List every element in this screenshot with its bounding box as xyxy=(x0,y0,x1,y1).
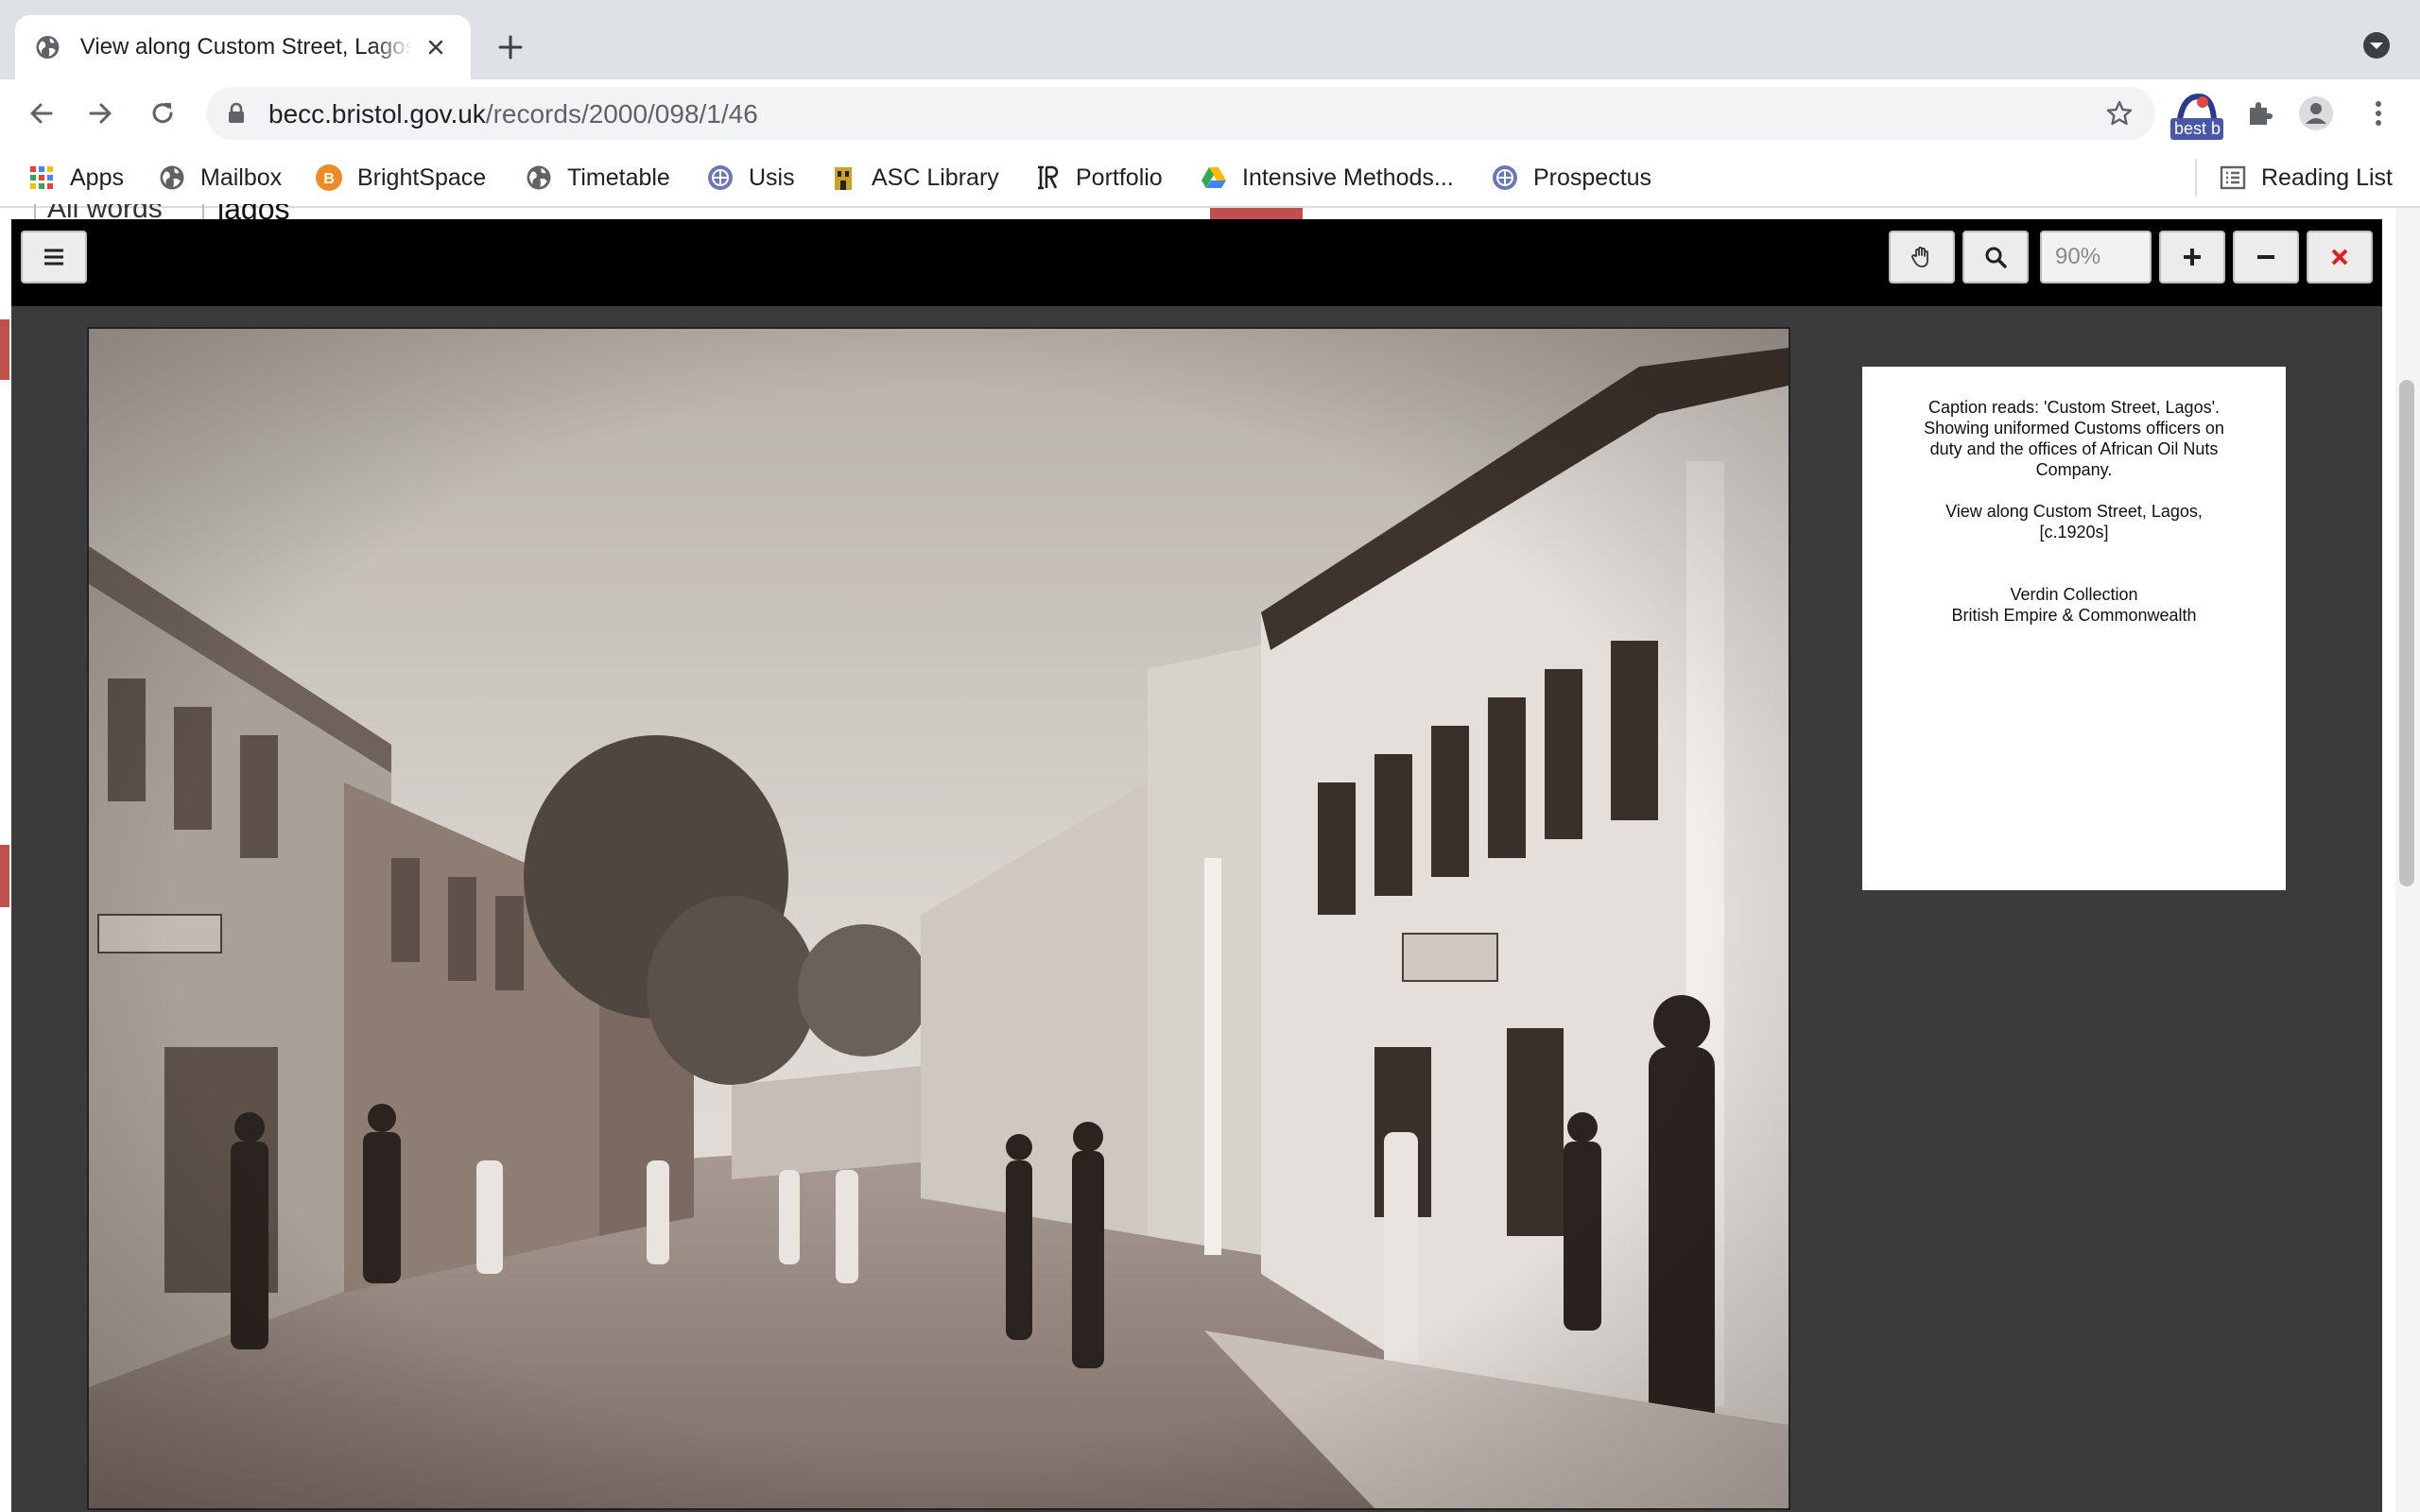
bookmark-mailbox[interactable]: Mailbox xyxy=(157,161,282,195)
hamburger-menu-icon xyxy=(44,249,63,266)
reading-list-icon xyxy=(2218,163,2248,193)
bookmark-asc-library[interactable]: ASC Library xyxy=(828,161,999,195)
caption-text: Caption reads: 'Custom Street, Lagos'. S… xyxy=(1924,398,2224,479)
collection-series: British Empire & Commonwealth xyxy=(1951,606,2197,625)
brightspace-icon: B xyxy=(314,163,344,193)
profile-button[interactable] xyxy=(2297,94,2335,132)
reload-icon xyxy=(152,103,173,124)
forward-button[interactable] xyxy=(79,93,121,134)
plus-icon xyxy=(2184,249,2201,266)
arrow-right-icon xyxy=(89,103,112,124)
reading-list-label: Reading List xyxy=(2261,163,2393,191)
hand-icon xyxy=(1911,247,1928,267)
library-icon xyxy=(828,163,858,193)
pan-tool-button[interactable] xyxy=(1889,231,1955,284)
street-scene-photo xyxy=(89,329,1789,1508)
caption-title: View along Custom Street, Lagos, [c.1920… xyxy=(1945,502,2203,541)
browser-toolbar: becc.bristol.gov.uk/records/2000/098/1/4… xyxy=(0,79,2420,147)
page-accent-bar xyxy=(0,319,9,380)
google-drive-icon xyxy=(1199,163,1229,193)
globe-icon xyxy=(157,163,187,193)
viewer-close-button[interactable] xyxy=(2307,231,2373,284)
close-icon xyxy=(428,40,443,55)
bookmark-label: Timetable xyxy=(567,163,670,191)
collection-name: Verdin Collection xyxy=(2010,585,2138,604)
bookmark-label: Portfolio xyxy=(1076,163,1163,191)
portfolio-logo-icon xyxy=(1032,163,1063,193)
reading-list-button[interactable]: Reading List xyxy=(2218,161,2393,195)
caption-panel: Caption reads: 'Custom Street, Lagos'. S… xyxy=(1862,367,2286,890)
plus-icon xyxy=(498,35,523,60)
url-host: becc.bristol.gov.uk xyxy=(268,99,486,129)
zoom-in-button[interactable] xyxy=(2159,231,2225,284)
avatar-icon xyxy=(2299,96,2333,130)
address-bar[interactable]: becc.bristol.gov.uk/records/2000/098/1/4… xyxy=(206,87,2155,140)
new-tab-button[interactable] xyxy=(490,26,531,68)
viewer-toolbar: 90% xyxy=(11,219,2382,306)
bookmark-apps[interactable]: Apps xyxy=(26,161,124,195)
reload-button[interactable] xyxy=(142,93,183,134)
puzzle-piece-icon xyxy=(2250,102,2273,125)
globe-icon xyxy=(36,36,60,59)
back-button[interactable] xyxy=(21,93,62,134)
bookmark-label: Usis xyxy=(749,163,795,191)
page-scrollbar-thumb[interactable] xyxy=(2399,380,2414,886)
tab-search-icon[interactable] xyxy=(2360,28,2394,62)
browser-tab-active[interactable]: View along Custom Street, Lagos xyxy=(15,15,471,79)
bookmark-label: Apps xyxy=(70,163,124,191)
image-viewer: 90% Caption reads: 'Custom Street, Lagos… xyxy=(11,219,2382,1512)
url-text: becc.bristol.gov.uk/records/2000/098/1/4… xyxy=(268,99,758,129)
tab-title: View along Custom Street, Lagos xyxy=(79,34,412,60)
bookmarks-bar: Apps Mailbox B BrightSpace Timetable Usi… xyxy=(0,147,2420,208)
bookmark-label: Mailbox xyxy=(200,163,283,191)
university-crest-icon xyxy=(1490,163,1520,193)
browser-menu-button[interactable] xyxy=(2360,94,2397,132)
zoom-level-field[interactable]: 90% xyxy=(2040,231,2152,284)
tab-close-button[interactable] xyxy=(420,30,453,64)
bookmark-label: BrightSpace xyxy=(357,163,487,191)
extension-badge-text: best b xyxy=(2170,118,2223,140)
bookmark-timetable[interactable]: Timetable xyxy=(524,161,670,195)
lock-icon[interactable] xyxy=(223,100,250,127)
extension-best-button[interactable]: best b xyxy=(2170,91,2223,140)
apps-grid-icon xyxy=(26,163,57,193)
bookmark-brightspace[interactable]: B BrightSpace xyxy=(314,161,486,195)
bookmark-prospectus[interactable]: Prospectus xyxy=(1490,161,1651,195)
bookmark-label: Intensive Methods... xyxy=(1242,163,1454,191)
bookmark-label: Prospectus xyxy=(1533,163,1652,191)
zoom-search-button[interactable] xyxy=(1962,231,2029,284)
extensions-button[interactable] xyxy=(2240,94,2278,132)
tab-strip: View along Custom Street, Lagos xyxy=(0,0,2420,79)
bookmark-intensive-methods[interactable]: Intensive Methods... xyxy=(1199,161,1454,195)
viewer-menu-button[interactable] xyxy=(21,231,87,284)
search-icon xyxy=(1985,247,2007,268)
bookmark-label: ASC Library xyxy=(872,163,999,191)
svg-text:B: B xyxy=(323,171,335,187)
arrow-left-icon xyxy=(30,103,53,124)
university-crest-icon xyxy=(705,163,735,193)
bookmark-star-icon[interactable] xyxy=(2104,98,2135,129)
bookmark-usis[interactable]: Usis xyxy=(705,161,795,195)
bookmark-portfolio[interactable]: Portfolio xyxy=(1032,161,1163,195)
minus-icon xyxy=(2257,255,2274,259)
page-accent-bar xyxy=(0,845,9,907)
zoom-out-button[interactable] xyxy=(2233,231,2299,284)
archive-photograph[interactable] xyxy=(87,327,1790,1510)
globe-icon xyxy=(524,163,554,193)
bookmarks-separator xyxy=(2195,159,2197,197)
more-vertical-icon xyxy=(2376,101,2381,126)
close-icon xyxy=(2331,249,2348,266)
url-path: /records/2000/098/1/46 xyxy=(485,99,758,129)
